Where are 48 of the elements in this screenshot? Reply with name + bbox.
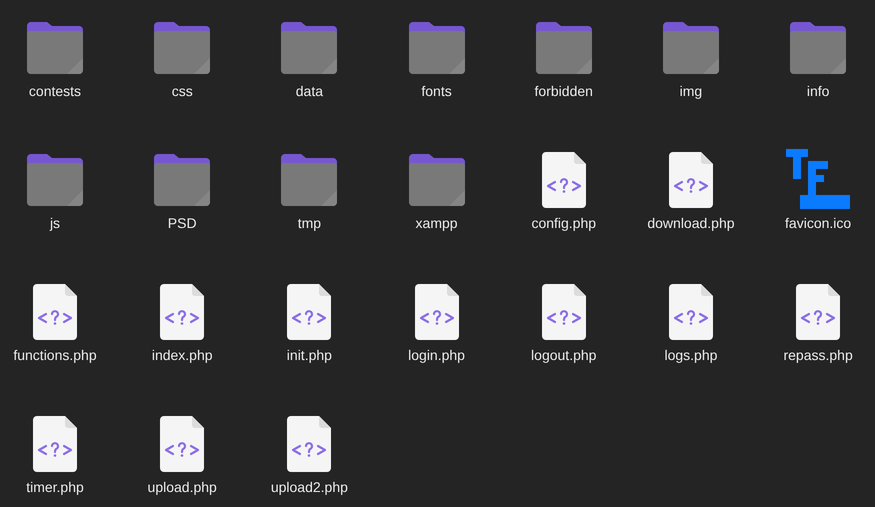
- folder-icon: [536, 22, 592, 74]
- file-name[interactable]: upload2.php: [270, 477, 348, 498]
- file-name[interactable]: data: [296, 81, 323, 102]
- file-name[interactable]: logout.php: [531, 345, 596, 366]
- code-file-icon: [287, 416, 332, 472]
- code-file-icon: [414, 284, 459, 340]
- file-name[interactable]: config.php: [531, 213, 596, 234]
- file-name[interactable]: download.php: [647, 213, 735, 234]
- code-file-icon: [287, 284, 332, 340]
- folder-icon: [281, 22, 338, 74]
- code-file-icon: [796, 284, 840, 340]
- file-name[interactable]: js: [50, 213, 60, 234]
- file-name[interactable]: img: [680, 81, 702, 102]
- file-name[interactable]: logs.php: [664, 345, 718, 366]
- file-name[interactable]: PSD: [168, 213, 197, 234]
- folder-icon: [790, 22, 846, 74]
- folder-icon: [662, 22, 719, 74]
- code-file-icon: [33, 284, 77, 340]
- file-name[interactable]: tmp: [298, 213, 322, 234]
- code-file-icon: [668, 284, 713, 340]
- folder-icon: [154, 22, 210, 74]
- file-name[interactable]: upload.php: [148, 477, 217, 498]
- code-file-icon: [542, 284, 586, 340]
- file-name[interactable]: contests: [28, 81, 82, 102]
- file-name[interactable]: init.php: [286, 345, 332, 366]
- folder-icon: [408, 154, 465, 206]
- file-name[interactable]: forbidden: [534, 81, 593, 102]
- code-file-icon: [542, 152, 586, 208]
- code-file-icon: [160, 284, 204, 340]
- file-name[interactable]: timer.php: [26, 477, 84, 498]
- folder-icon: [154, 154, 210, 206]
- file-name[interactable]: fonts: [421, 81, 452, 102]
- folder-icon: [27, 22, 83, 74]
- image-thumbnail: [786, 149, 850, 211]
- file-name[interactable]: repass.php: [783, 345, 853, 366]
- folder-icon: [27, 154, 83, 206]
- folder-icon: [408, 22, 465, 74]
- code-file-icon: [160, 416, 204, 472]
- file-name[interactable]: functions.php: [13, 345, 97, 366]
- file-name[interactable]: login.php: [408, 345, 465, 366]
- file-name[interactable]: css: [172, 81, 193, 102]
- file-name[interactable]: info: [806, 81, 830, 102]
- file-name[interactable]: favicon.ico: [785, 213, 852, 234]
- code-file-icon: [668, 152, 713, 208]
- file-name[interactable]: xampp: [416, 213, 458, 234]
- code-file-icon: [33, 416, 77, 472]
- file-name[interactable]: index.php: [152, 345, 213, 366]
- folder-icon: [281, 154, 338, 206]
